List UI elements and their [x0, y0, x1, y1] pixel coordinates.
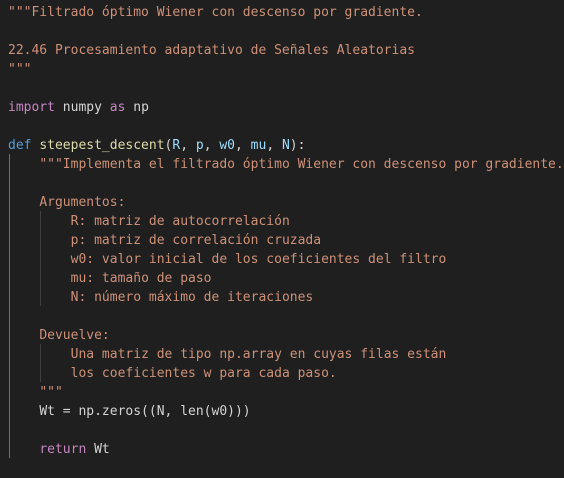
code-token: 22.46 Procesamiento adaptativo de Señale… — [8, 43, 415, 58]
code-token: numpy — [54, 100, 110, 115]
code-line[interactable]: Una matriz de tipo np.array en cuyas fil… — [8, 345, 447, 364]
code-line[interactable]: N: número máximo de iteraciones — [8, 288, 314, 307]
code-line[interactable]: los coeficientes w para cada paso. — [8, 364, 337, 383]
code-line[interactable]: 22.46 Procesamiento adaptativo de Señale… — [8, 41, 415, 60]
code-line[interactable]: """ — [8, 60, 31, 79]
code-line[interactable]: R: matriz de autocorrelación — [8, 212, 290, 231]
code-token: as — [109, 100, 126, 115]
code-token: R: matriz de autocorrelación — [70, 214, 290, 229]
code-token: Wt — [86, 442, 110, 457]
code-token: Argumentos: — [39, 195, 126, 210]
code-line[interactable]: import numpy as np — [8, 98, 149, 117]
code-token: w0: valor inicial de los coeficientes de… — [70, 252, 447, 267]
code-token: return — [39, 442, 87, 457]
code-token: los coeficientes w para cada paso. — [70, 366, 337, 381]
code-token: , — [266, 138, 282, 153]
code-line[interactable]: """Implementa el filtrado óptimo Wiener … — [8, 155, 564, 174]
code-token: """Implementa el filtrado óptimo Wiener … — [39, 157, 564, 172]
code-token: Wt = np.zeros((N, len(w0))) — [39, 404, 251, 419]
code-token: N — [281, 138, 290, 153]
code-line[interactable]: p: matriz de correlación cruzada — [8, 231, 321, 250]
code-token: mu: tamaño de paso — [70, 271, 212, 286]
code-token: w0 — [219, 138, 235, 153]
code-line[interactable]: Wt = np.zeros((N, len(w0))) — [8, 402, 251, 421]
code-token: steepest_descent — [39, 138, 165, 153]
code-token: p — [195, 138, 204, 153]
code-token: Una matriz de tipo np.array en cuyas fil… — [70, 347, 447, 362]
code-line[interactable]: Argumentos: — [8, 193, 125, 212]
code-token: """ — [39, 385, 63, 400]
code-token: , — [203, 138, 220, 153]
code-token: def — [8, 138, 32, 153]
code-token: , — [235, 138, 251, 153]
code-token: """ — [8, 62, 32, 77]
code-editor[interactable]: """Filtrado óptimo Wiener con descenso p… — [0, 0, 564, 478]
code-token: ): — [289, 138, 306, 153]
code-line[interactable]: mu: tamaño de paso — [8, 269, 212, 288]
code-token: """Filtrado óptimo Wiener con descenso p… — [8, 5, 423, 20]
code-token: Devuelve: — [39, 328, 110, 343]
code-line[interactable]: Devuelve: — [8, 326, 110, 345]
code-token: mu — [250, 138, 267, 153]
code-line[interactable]: """ — [8, 383, 63, 402]
code-token: p: matriz de correlación cruzada — [70, 233, 322, 248]
code-token: np — [125, 100, 149, 115]
code-token: , — [180, 138, 196, 153]
code-token: N: número máximo de iteraciones — [70, 290, 314, 305]
code-line[interactable]: """Filtrado óptimo Wiener con descenso p… — [8, 3, 423, 22]
code-line[interactable]: return Wt — [8, 440, 110, 459]
code-line[interactable]: def steepest_descent(R, p, w0, mu, N): — [8, 136, 305, 155]
code-token: import — [8, 100, 55, 115]
code-line[interactable]: w0: valor inicial de los coeficientes de… — [8, 250, 447, 269]
